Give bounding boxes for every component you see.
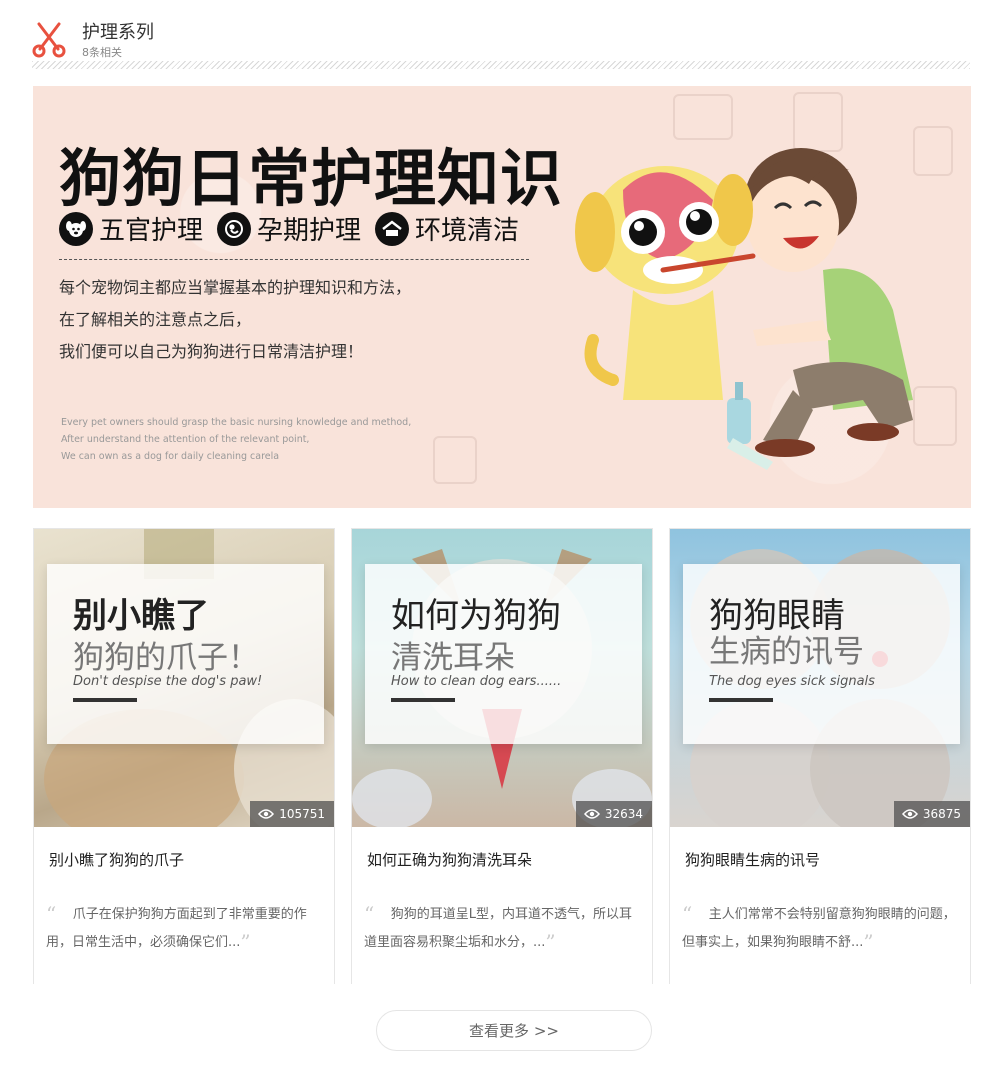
eye-icon: [901, 809, 918, 819]
overlay-english: The dog eyes sick signals: [709, 674, 875, 689]
man-brushing-dog-illustration: [575, 148, 913, 470]
view-more-button[interactable]: 查看更多 >>: [376, 1010, 652, 1051]
banner-line: 每个宠物饲主都应当掌握基本的护理知识和方法，: [59, 278, 412, 297]
house-icon: [375, 211, 410, 246]
overlay-english: How to clean dog ears......: [391, 674, 562, 689]
banner-dashed-divider: [59, 259, 529, 260]
overlay-heading: 如何为狗狗: [391, 596, 561, 636]
tag-label: 环境清洁: [415, 216, 520, 246]
hero-banner[interactable]: 狗狗日常护理知识 五官护理 孕期护理 环境清洁 每个宠物饲主都应当掌握基本的护理…: [33, 86, 971, 508]
eye-icon: [258, 809, 275, 819]
tag-environment-cleaning: 环境清洁: [375, 210, 519, 247]
tag-label: 五官护理: [99, 216, 204, 246]
section-count: 8条相关: [82, 46, 122, 59]
eye-icon: [583, 809, 600, 819]
banner-description: 每个宠物饲主都应当掌握基本的护理知识和方法， 在了解相关的注意点之后， 我们便可…: [59, 272, 411, 368]
hatched-divider: [32, 61, 970, 69]
card-title[interactable]: 如何正确为狗狗清洗耳朵: [367, 849, 532, 870]
card-overlay: 如何为狗狗 清洗耳朵 How to clean dog ears......: [365, 564, 642, 744]
banner-line: 在了解相关的注意点之后，: [59, 310, 252, 329]
banner-line: 我们便可以自己为狗狗进行日常清洁护理！: [59, 342, 364, 361]
card-description: “ 狗狗的耳道呈L型，内耳道不透气，所以耳道里面容易积聚尘垢和水分，...”: [364, 901, 642, 957]
close-quote-icon: ”: [240, 930, 251, 954]
tag-facial-care: 五官护理: [59, 210, 203, 247]
card-description-text: 主人们常常不会特别留意狗狗眼睛的问题，但事实上，如果狗狗眼睛不舒...: [682, 907, 956, 950]
overlay-english: Don't despise the dog's paw!: [73, 674, 263, 689]
close-quote-icon: ”: [545, 930, 556, 954]
overlay-subheading: 生病的讯号: [709, 634, 864, 670]
view-count-value: 105751: [279, 807, 325, 821]
open-quote-icon: “: [682, 902, 693, 926]
view-count: 105751: [250, 801, 334, 827]
card-image-dog-eyes[interactable]: 狗狗眼睛 生病的讯号 The dog eyes sick signals 368…: [670, 529, 970, 827]
banner-en-line: We can own as a dog for daily cleaning c…: [61, 451, 280, 462]
banner-title: 狗狗日常护理知识: [59, 142, 564, 215]
card-description: “ 爪子在保护狗狗方面起到了非常重要的作用，日常生活中，必须确保它们...”: [46, 901, 324, 957]
card-title[interactable]: 别小瞧了狗狗的爪子: [49, 849, 184, 870]
open-quote-icon: “: [364, 902, 375, 926]
card-overlay: 狗狗眼睛 生病的讯号 The dog eyes sick signals: [683, 564, 960, 744]
banner-tags: 五官护理 孕期护理 环境清洁: [59, 210, 519, 247]
overlay-bar: [709, 698, 773, 702]
open-quote-icon: “: [46, 902, 57, 926]
banner-en-line: After understand the attention of the re…: [61, 434, 310, 445]
overlay-bar: [391, 698, 455, 702]
article-card[interactable]: 如何为狗狗 清洗耳朵 How to clean dog ears...... 3…: [351, 528, 653, 984]
overlay-subheading: 狗狗的爪子！: [73, 640, 259, 676]
doodle-card-icon: [433, 436, 477, 484]
pregnancy-icon: [217, 211, 252, 246]
banner-en-line: Every pet owners should grasp the basic …: [61, 417, 412, 428]
card-image-dog-ears[interactable]: 如何为狗狗 清洗耳朵 How to clean dog ears...... 3…: [352, 529, 652, 827]
section-title: 护理系列: [82, 22, 154, 43]
overlay-heading: 别小瞧了: [73, 596, 209, 636]
dog-face-icon: [59, 211, 93, 246]
card-description: “ 主人们常常不会特别留意狗狗眼睛的问题，但事实上，如果狗狗眼睛不舒...”: [682, 901, 960, 957]
card-description-text: 狗狗的耳道呈L型，内耳道不透气，所以耳道里面容易积聚尘垢和水分，...: [364, 907, 633, 950]
article-card[interactable]: 别小瞧了 狗狗的爪子！ Don't despise the dog's paw!…: [33, 528, 335, 984]
card-image-dog-paw[interactable]: 别小瞧了 狗狗的爪子！ Don't despise the dog's paw!…: [34, 529, 334, 827]
card-description-text: 爪子在保护狗狗方面起到了非常重要的作用，日常生活中，必须确保它们...: [46, 907, 307, 950]
view-count: 36875: [893, 801, 970, 827]
overlay-subheading: 清洗耳朵: [391, 640, 515, 676]
tag-label: 孕期护理: [257, 216, 362, 246]
close-quote-icon: ”: [863, 930, 874, 954]
scissors-icon: [32, 22, 66, 58]
view-count-value: 32634: [604, 807, 643, 821]
banner-english-text: Every pet owners should grasp the basic …: [61, 414, 411, 465]
tag-pregnancy-care: 孕期护理: [217, 210, 361, 247]
card-title[interactable]: 狗狗眼睛生病的讯号: [685, 849, 820, 870]
view-count-value: 36875: [922, 807, 961, 821]
card-overlay: 别小瞧了 狗狗的爪子！ Don't despise the dog's paw!: [47, 564, 324, 744]
overlay-bar: [73, 698, 137, 702]
article-card[interactable]: 狗狗眼睛 生病的讯号 The dog eyes sick signals 368…: [669, 528, 971, 984]
view-count: 32634: [575, 801, 652, 827]
